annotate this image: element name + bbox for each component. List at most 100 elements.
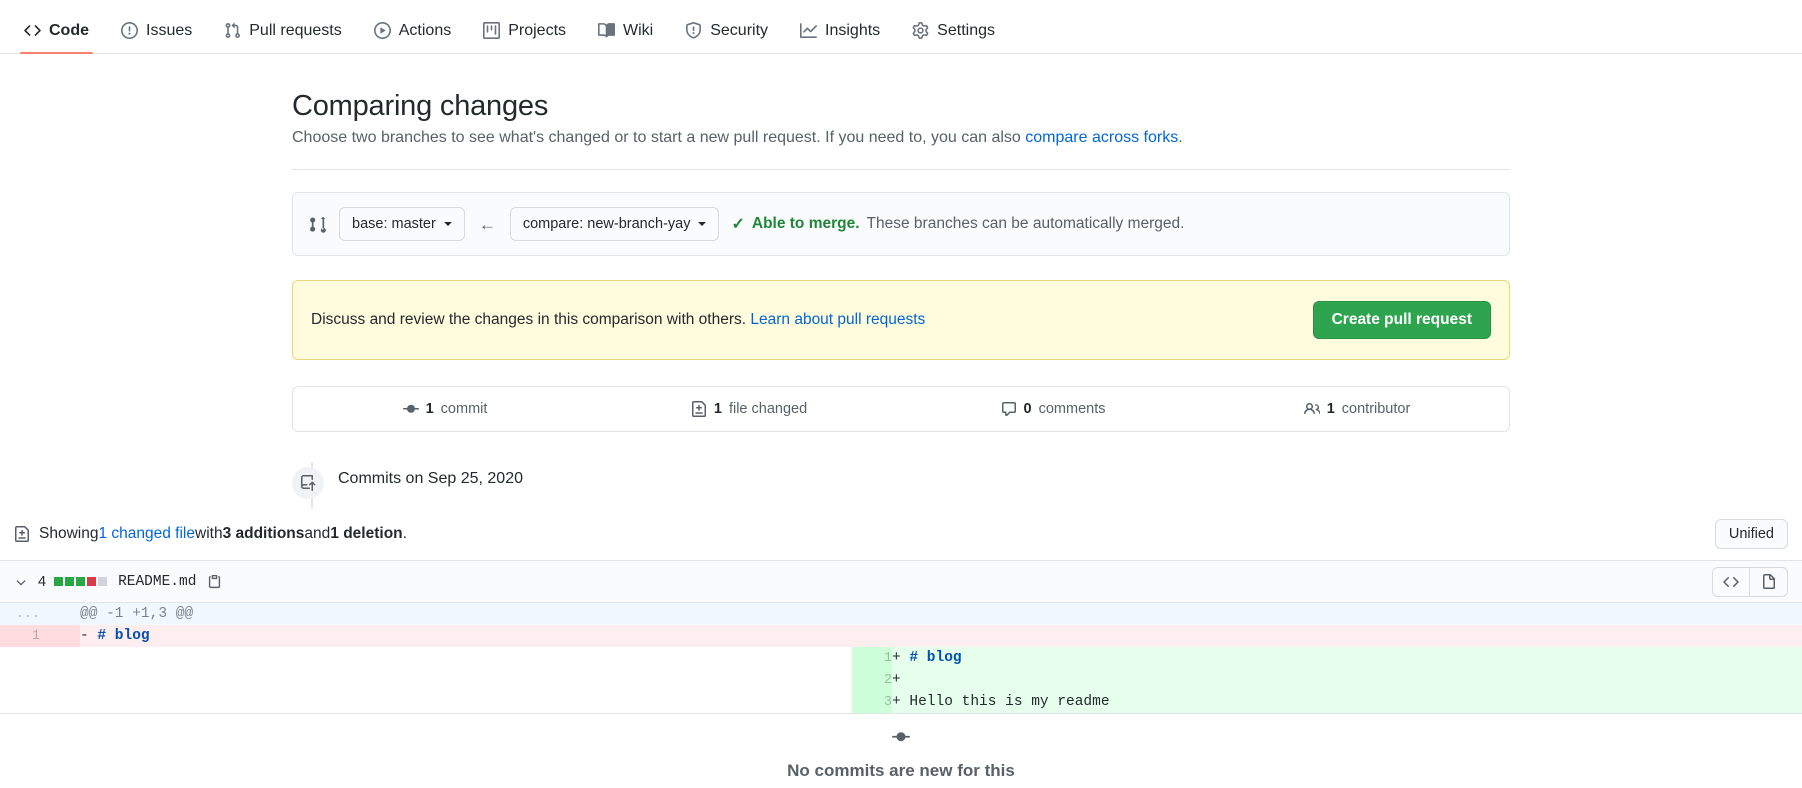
diff-code-line: + xyxy=(892,669,1802,691)
nav-tab-label: Wiki xyxy=(623,21,654,39)
diff-old-line-number[interactable] xyxy=(0,691,40,713)
create-pull-request-button[interactable]: Create pull request xyxy=(1312,301,1491,340)
diff-left-empty xyxy=(40,691,852,713)
people-icon xyxy=(1303,401,1320,417)
nav-tab-actions[interactable]: Actions xyxy=(358,22,467,53)
showing-pre: Showing xyxy=(39,525,99,542)
diff-new-line-number[interactable]: 1 xyxy=(852,647,892,669)
diff-row-addition: 3 + Hello this is my readme xyxy=(0,691,1802,713)
stat-label: comments xyxy=(1038,401,1106,418)
stat-commits[interactable]: 1 commit xyxy=(293,401,597,417)
discuss-text: Discuss and review the changes in this c… xyxy=(311,311,925,329)
base-branch-label: base: master xyxy=(352,216,436,232)
nav-tab-label: Insights xyxy=(825,21,881,39)
compare-branch-select[interactable]: compare: new-branch-yay xyxy=(509,207,720,242)
base-branch-select[interactable]: base: master xyxy=(339,207,465,242)
diffstat-block-add xyxy=(54,577,64,586)
diff-new-line-number[interactable] xyxy=(40,603,80,625)
copy-icon[interactable] xyxy=(207,574,222,589)
diff-new-line-number[interactable] xyxy=(40,625,80,647)
diff-old-line-number[interactable] xyxy=(0,647,40,669)
commit-dot-icon xyxy=(892,728,910,751)
nav-tab-settings[interactable]: Settings xyxy=(896,22,1011,53)
stat-label: commit xyxy=(440,401,488,418)
nav-tab-wiki[interactable]: Wiki xyxy=(582,22,669,53)
commits-group-header: Commits on Sep 25, 2020 xyxy=(338,470,523,488)
showing-files-bar: Showing 1 changed file with 3 additions … xyxy=(0,508,1802,560)
diff-old-line-number[interactable] xyxy=(0,669,40,691)
stat-contributors[interactable]: 1 contributor xyxy=(1205,401,1509,417)
nav-tab-label: Security xyxy=(710,21,769,39)
diff-new-line-number[interactable]: 2 xyxy=(852,669,892,691)
diffstat-blocks xyxy=(54,577,108,586)
commits-group-header-row: Commits on Sep 25, 2020 xyxy=(292,462,1510,504)
bottom-marker-text: No commits are new for this xyxy=(787,761,1015,780)
repo-push-icon xyxy=(292,467,324,500)
branch-comparison-bar: base: master ← compare: new-branch-yay ✓… xyxy=(292,192,1510,257)
view-source-code-icon[interactable] xyxy=(1712,566,1750,597)
unified-split-toggle[interactable]: Unified xyxy=(1714,519,1788,549)
stat-count: 1 xyxy=(425,401,434,418)
stat-count: 1 xyxy=(1326,401,1335,418)
nav-tab-label: Projects xyxy=(508,21,567,39)
git-pull-request-icon xyxy=(224,22,241,39)
merge-status-strong: Able to merge. xyxy=(751,215,860,233)
diffstat-block-neutral xyxy=(98,577,108,586)
stat-comments[interactable]: 0 comments xyxy=(901,401,1205,417)
view-file-icon[interactable] xyxy=(1750,566,1788,597)
github-compare-page: Code Issues Pull requests Actions Projec xyxy=(0,0,1802,788)
nav-tab-label: Actions xyxy=(398,21,452,39)
diffstat-block-add xyxy=(65,577,75,586)
nav-tab-insights[interactable]: Insights xyxy=(784,22,896,53)
graph-icon xyxy=(800,22,818,39)
diff-sign: - xyxy=(80,628,89,644)
page-title: Comparing changes xyxy=(292,90,549,122)
changed-file-link[interactable]: 1 changed file xyxy=(98,525,195,543)
file-name[interactable]: README.md xyxy=(118,574,196,590)
diff-sign: + xyxy=(892,694,901,710)
diff-row-hunk: ... @@ -1 +1,3 @@ xyxy=(0,603,1802,625)
diff-table-additions: 1 + # blog 2 + 3 + Hello this is my read… xyxy=(0,647,1802,713)
compare-branch-label: compare: new-branch-yay xyxy=(522,216,691,232)
bottom-timeline-marker: No commits are new for this xyxy=(0,728,1802,781)
showing-mid: with xyxy=(195,525,223,542)
stat-label: contributor xyxy=(1341,401,1411,418)
comparison-stats-bar: 1 commit 1 file changed 0 comments 1 con… xyxy=(292,386,1510,433)
diff-code-line: + # blog xyxy=(892,647,1802,669)
nav-tab-projects[interactable]: Projects xyxy=(467,22,582,53)
nav-tab-pull-requests[interactable]: Pull requests xyxy=(208,22,358,53)
nav-tab-label: Settings xyxy=(937,21,995,39)
stat-files-changed[interactable]: 1 file changed xyxy=(597,401,901,418)
nav-tab-code[interactable]: Code xyxy=(8,21,105,54)
discuss-review-box: Discuss and review the changes in this c… xyxy=(292,280,1510,361)
learn-about-pull-requests-link[interactable]: Learn about pull requests xyxy=(750,311,925,328)
diff-old-line-number[interactable]: 1 xyxy=(0,625,40,647)
diff-sign: + xyxy=(892,672,901,688)
file-view-toggle-group xyxy=(1712,566,1788,597)
stat-count: 0 xyxy=(1023,401,1032,418)
nav-tab-security[interactable]: Security xyxy=(669,22,784,53)
diff-new-line-number[interactable]: 3 xyxy=(852,691,892,713)
compare-across-forks-link[interactable]: compare across forks xyxy=(1025,129,1178,146)
nav-tab-issues[interactable]: Issues xyxy=(105,22,208,53)
nav-tab-label: Pull requests xyxy=(249,21,342,39)
check-icon: ✓ xyxy=(731,216,745,234)
file-diff-icon xyxy=(691,401,707,418)
diff-code-text: Hello this is my readme xyxy=(909,694,1110,710)
diffstat-block-add xyxy=(76,577,86,586)
commit-icon xyxy=(402,401,419,417)
diff-code-line: + Hello this is my readme xyxy=(892,691,1802,713)
deletions-count: 1 deletion xyxy=(330,525,403,542)
project-icon xyxy=(483,22,501,39)
nav-tab-label: Code xyxy=(49,21,89,39)
chevron-down-icon[interactable] xyxy=(14,575,28,589)
diff-table: ... @@ -1 +1,3 @@ 1 - # blog xyxy=(0,603,1802,647)
diff-old-line-number[interactable]: ... xyxy=(0,603,40,625)
book-icon xyxy=(598,22,616,39)
diff-left-empty xyxy=(40,669,852,691)
discuss-text-body: Discuss and review the changes in this c… xyxy=(311,311,751,329)
diff-code-text: # blog xyxy=(97,628,150,644)
diff-row-addition: 1 + # blog xyxy=(0,647,1802,669)
diff-left-empty xyxy=(40,647,852,669)
diff-sign: + xyxy=(892,650,901,666)
